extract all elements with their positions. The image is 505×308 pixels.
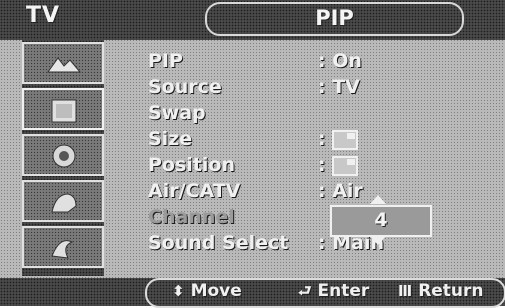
menu-item-swap[interactable]: Swap: [148, 102, 438, 126]
menu-item-value: : Air: [318, 180, 363, 202]
picture-icon[interactable]: [22, 42, 104, 84]
return-icon: Ⅲ: [398, 282, 413, 300]
help-enter: ⮐ Enter: [298, 281, 369, 306]
menu-item-source[interactable]: Source : TV: [148, 76, 438, 100]
menu-item-label: Swap: [148, 102, 206, 124]
top-bar: TV PIP: [0, 0, 505, 40]
sidebar: [22, 40, 104, 276]
help-bar: ⬍ Move ⮐ Enter Ⅲ Return: [0, 278, 505, 308]
menu-item-label: Size: [148, 128, 193, 150]
channel-popup[interactable]: 4: [330, 205, 432, 237]
menu-item-position[interactable]: Position :: [148, 154, 438, 178]
help-return-label: Return: [418, 281, 484, 301]
channel-down-arrow-icon[interactable]: [370, 236, 386, 245]
menu-item-size[interactable]: Size :: [148, 128, 438, 152]
channel-icon[interactable]: [22, 134, 104, 176]
help-return: Ⅲ Return: [398, 281, 484, 301]
menu-item-label: Channel: [148, 206, 235, 228]
menu-item-pip[interactable]: PIP : On: [148, 50, 438, 74]
enter-icon: ⮐: [298, 282, 312, 300]
tv-mode-label: TV: [26, 3, 61, 28]
channel-up-arrow-icon[interactable]: [370, 195, 386, 204]
sound-icon[interactable]: [22, 88, 104, 130]
menu-item-value: :: [318, 154, 326, 176]
updown-arrow-icon: ⬍: [172, 282, 185, 300]
help-enter-label: Enter: [317, 281, 370, 301]
channel-value: 4: [374, 209, 388, 231]
menu-item-label: Position: [148, 154, 235, 176]
setup-icon[interactable]: [22, 180, 104, 222]
menu-item-label: Source: [148, 76, 222, 98]
help-move: ⬍ Move: [172, 281, 242, 301]
size-thumbnail-icon: [332, 129, 359, 150]
title-frame: PIP: [205, 2, 464, 36]
menu-item-label: PIP: [148, 50, 183, 72]
menu-item-air-catv[interactable]: Air/CATV : Air: [148, 180, 438, 204]
menu-item-value: :: [318, 128, 326, 150]
help-move-label: Move: [190, 281, 242, 301]
page-title: PIP: [315, 6, 354, 30]
position-thumbnail-icon: [332, 155, 359, 176]
menu-item-label: Sound Select: [148, 232, 289, 254]
input-icon[interactable]: [22, 226, 104, 268]
osd-background: TV PIP PIP : On Source : TV Swap Size: …: [0, 0, 505, 308]
menu-item-value: : TV: [318, 76, 360, 98]
menu-item-value: : On: [318, 50, 362, 72]
menu-item-label: Air/CATV: [148, 180, 241, 202]
